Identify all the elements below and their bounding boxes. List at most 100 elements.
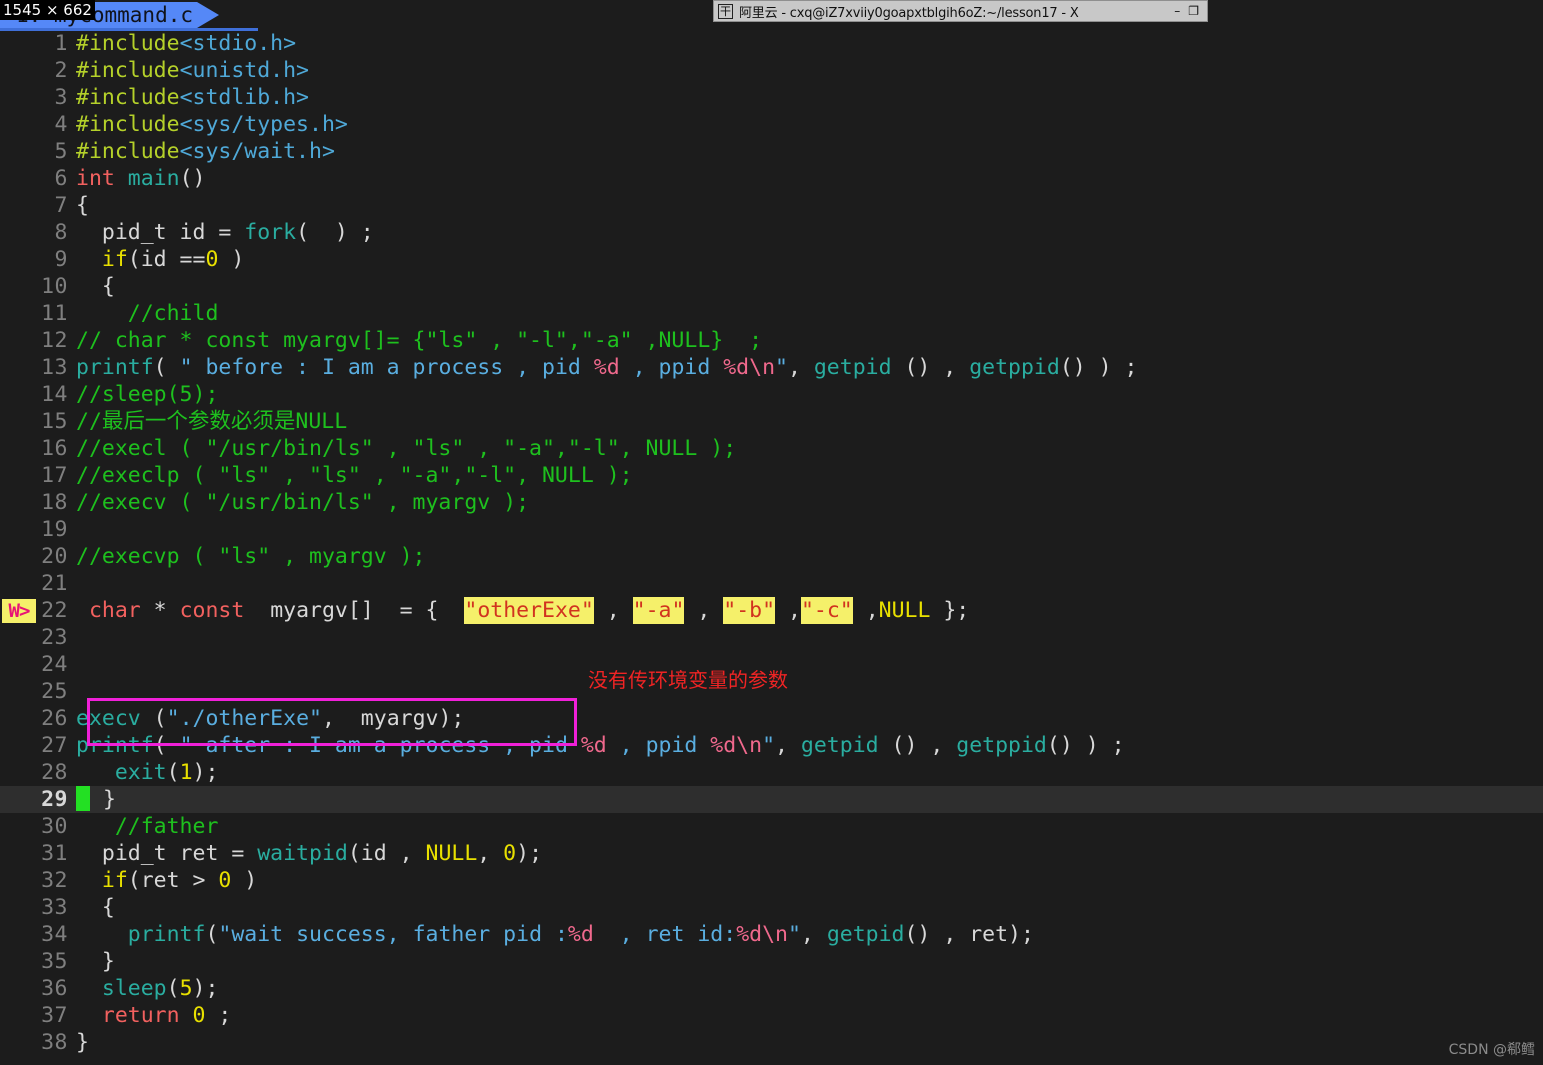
code-line[interactable]: 33 { xyxy=(0,894,1543,921)
code-line-text[interactable]: return 0 ; xyxy=(76,1002,1543,1029)
code-line-text[interactable]: printf( " after : I am a process , pid %… xyxy=(76,732,1543,759)
code-token: //execlp ( "ls" , "ls" , "-a","-l", NULL… xyxy=(76,463,633,488)
line-number: 14 xyxy=(41,382,68,407)
warning-marker-icon[interactable]: W> xyxy=(2,599,36,623)
line-number: 31 xyxy=(41,841,68,866)
code-line[interactable]: 15 //最后一个参数必须是NULL xyxy=(0,408,1543,435)
code-line-text[interactable]: } xyxy=(76,786,1543,813)
code-line[interactable]: 1 #include<stdio.h> xyxy=(0,30,1543,57)
code-line-text[interactable]: pid_t id = fork( ) ; xyxy=(76,219,1543,246)
code-area[interactable]: 1 #include<stdio.h> 2 #include<unistd.h> 3 #i… xyxy=(0,30,1543,1065)
code-token: " xyxy=(775,355,788,380)
code-line-text[interactable]: //execvp ( "ls" , myargv ); xyxy=(76,543,1543,570)
code-line[interactable]: 17 //execlp ( "ls" , "ls" , "-a","-l", NU… xyxy=(0,462,1543,489)
code-line-text[interactable]: #include<stdlib.h> xyxy=(76,84,1543,111)
code-line[interactable]: 11 //child xyxy=(0,300,1543,327)
code-line[interactable]: 13 printf( " before : I am a process , pi… xyxy=(0,354,1543,381)
code-line[interactable]: 30 //father xyxy=(0,813,1543,840)
code-line-text[interactable]: //execv ( "/usr/bin/ls" , myargv ); xyxy=(76,489,1543,516)
code-line[interactable]: 26 execv ("./otherExe", myargv); xyxy=(0,705,1543,732)
code-line-text[interactable]: //execlp ( "ls" , "ls" , "-a","-l", NULL… xyxy=(76,462,1543,489)
code-line-text[interactable]: if(ret > 0 ) xyxy=(76,867,1543,894)
code-line[interactable]: 27 printf( " after : I am a process , pid… xyxy=(0,732,1543,759)
code-line-text[interactable]: //child xyxy=(76,300,1543,327)
code-token: sleep xyxy=(101,976,167,1001)
code-line[interactable]: 10 { xyxy=(0,273,1543,300)
capture-size-badge: 1545 × 662 xyxy=(0,0,95,20)
code-line-text[interactable]: { xyxy=(76,273,1543,300)
code-token: ; xyxy=(205,1003,232,1028)
code-line-text[interactable]: int main() xyxy=(76,165,1543,192)
code-line-text[interactable]: // char * const myargv[]= {"ls" , "-l","… xyxy=(76,327,1543,354)
code-line[interactable]: 18 //execv ( "/usr/bin/ls" , myargv ); xyxy=(0,489,1543,516)
code-line[interactable]: 36 sleep(5); xyxy=(0,975,1543,1002)
code-line[interactable]: 16 //execl ( "/usr/bin/ls" , "ls" , "-a",… xyxy=(0,435,1543,462)
code-line[interactable]: 34 printf("wait success, father pid :%d … xyxy=(0,921,1543,948)
line-number: 24 xyxy=(41,652,68,677)
line-number: 16 xyxy=(41,436,68,461)
code-token: 0 xyxy=(205,247,219,272)
code-line[interactable]: 19 xyxy=(0,516,1543,543)
code-line-text[interactable]: printf("wait success, father pid :%d , r… xyxy=(76,921,1543,948)
code-line-text[interactable]: #include<sys/types.h> xyxy=(76,111,1543,138)
code-line-text[interactable]: pid_t ret = waitpid(id , NULL, 0); xyxy=(76,840,1543,867)
code-line[interactable]: 12 // char * const myargv[]= {"ls" , "-l"… xyxy=(0,327,1543,354)
code-line[interactable]: 5 #include<sys/wait.h> xyxy=(0,138,1543,165)
code-line[interactable]: 31 pid_t ret = waitpid(id , NULL, 0); xyxy=(0,840,1543,867)
code-token: () ) ; xyxy=(1059,355,1138,380)
code-line-text[interactable]: sleep(5); xyxy=(76,975,1543,1002)
code-token: NULL xyxy=(878,598,931,623)
code-line-text[interactable]: execv ("./otherExe", myargv); xyxy=(76,705,1543,732)
code-line[interactable]: 9 if(id ==0 ) xyxy=(0,246,1543,273)
code-line[interactable]: 14 //sleep(5); xyxy=(0,381,1543,408)
code-token: #include xyxy=(76,112,180,137)
code-line[interactable]: 2 #include<unistd.h> xyxy=(0,57,1543,84)
code-line-text[interactable]: #include<unistd.h> xyxy=(76,57,1543,84)
code-line-text[interactable]: } xyxy=(76,948,1543,975)
code-token: #include xyxy=(76,85,180,110)
code-line[interactable]: 7{ xyxy=(0,192,1543,219)
code-line-text[interactable]: char * const myargv[] = { "otherExe" , "… xyxy=(76,597,1543,624)
code-line[interactable]: 8 pid_t id = fork( ) ; xyxy=(0,219,1543,246)
code-line-text[interactable]: printf( " before : I am a process , pid … xyxy=(76,354,1543,381)
code-line[interactable]: 20 //execvp ( "ls" , myargv ); xyxy=(0,543,1543,570)
code-token: ( xyxy=(166,760,180,785)
code-line[interactable]: 38} xyxy=(0,1029,1543,1056)
code-line-text[interactable]: { xyxy=(76,192,1543,219)
code-token: }; xyxy=(930,598,970,623)
code-line-text[interactable]: //最后一个参数必须是NULL xyxy=(76,408,1543,435)
line-number: 13 xyxy=(41,355,68,380)
code-token: #include xyxy=(76,58,180,83)
code-line[interactable]: 21 xyxy=(0,570,1543,597)
code-line[interactable]: 4 #include<sys/types.h> xyxy=(0,111,1543,138)
code-line[interactable]: 35 } xyxy=(0,948,1543,975)
line-number: 21 xyxy=(41,571,68,596)
code-line[interactable]: 32 if(ret > 0 ) xyxy=(0,867,1543,894)
line-number: 19 xyxy=(41,517,68,542)
code-line-text[interactable]: { xyxy=(76,894,1543,921)
code-line-text[interactable]: exit(1); xyxy=(76,759,1543,786)
code-line-text[interactable]: #include<sys/wait.h> xyxy=(76,138,1543,165)
line-number: 32 xyxy=(41,868,68,893)
code-line[interactable]: 22 char * const myargv[] = { "otherExe" … xyxy=(0,597,1543,624)
code-line-text[interactable]: //execl ( "/usr/bin/ls" , "ls" , "-a","-… xyxy=(76,435,1543,462)
code-token: ( xyxy=(166,976,180,1001)
code-line[interactable]: 6 int main() xyxy=(0,165,1543,192)
code-line[interactable]: 3 #include<stdlib.h> xyxy=(0,84,1543,111)
code-line-text[interactable]: } xyxy=(76,1029,1543,1056)
code-token: , ppid xyxy=(606,733,711,758)
code-token: , ppid xyxy=(619,355,724,380)
code-line-text[interactable]: #include<stdio.h> xyxy=(76,30,1543,57)
code-line-text[interactable]: if(id ==0 ) xyxy=(76,246,1543,273)
code-line[interactable]: 23 xyxy=(0,624,1543,651)
code-line-text[interactable]: //sleep(5); xyxy=(76,381,1543,408)
code-line[interactable]: 28 exit(1); xyxy=(0,759,1543,786)
code-line-text[interactable]: //father xyxy=(76,813,1543,840)
code-token: { xyxy=(76,274,115,299)
code-token: waitpid xyxy=(257,841,348,866)
code-line[interactable]: 37 return 0 ; xyxy=(0,1002,1543,1029)
code-token: "-c" xyxy=(800,597,853,624)
code-token: if xyxy=(101,868,128,893)
code-line[interactable]: 29 } xyxy=(0,786,1543,813)
